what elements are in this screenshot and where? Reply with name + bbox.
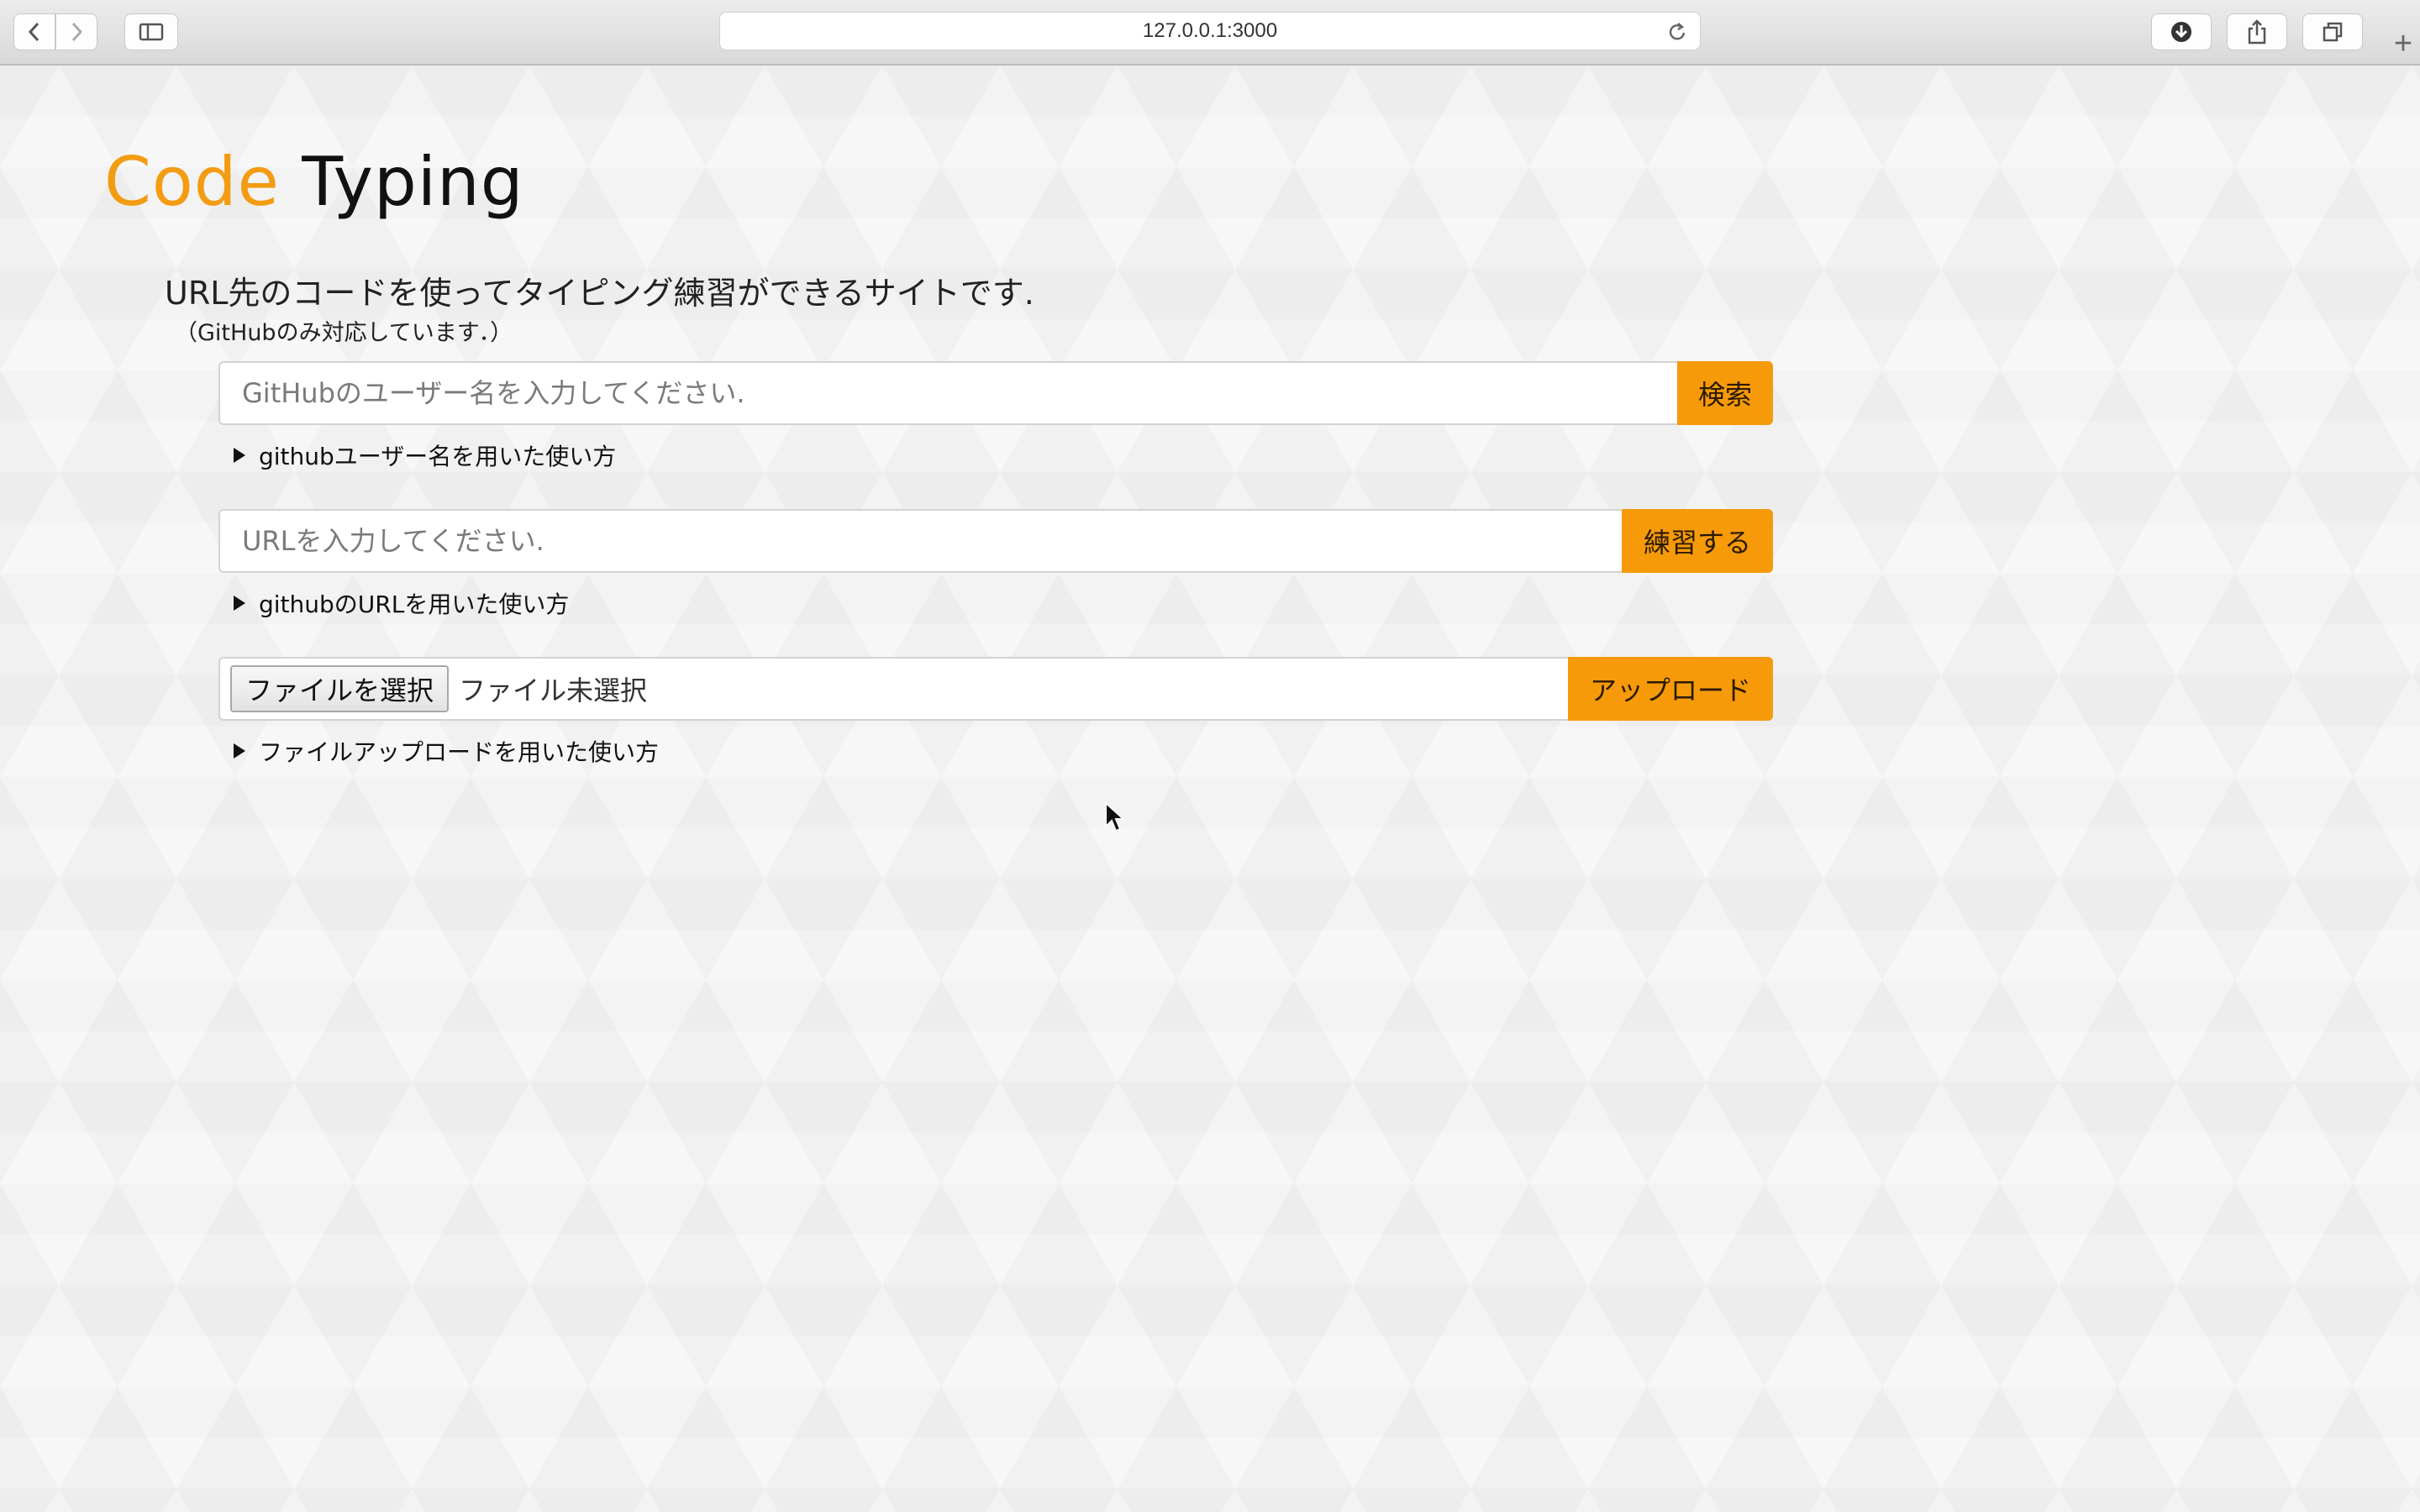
share-icon (2248, 19, 2266, 45)
tabs-button[interactable] (2302, 13, 2363, 50)
upload-form: ファイルを選択 ファイル未選択 アップロード (218, 657, 1773, 721)
share-button[interactable] (2227, 13, 2287, 50)
url-field (218, 509, 1622, 573)
download-icon (2171, 22, 2191, 42)
forward-button[interactable] (55, 13, 97, 50)
logo-word-typing: Typing (302, 143, 524, 221)
back-button[interactable] (13, 13, 55, 50)
address-bar[interactable]: 127.0.0.1:3000 (719, 12, 1701, 50)
url-text: 127.0.0.1:3000 (1142, 19, 1278, 42)
site-description: URL先のコードを使ってタイピング練習ができるサイトです. (165, 275, 1034, 312)
github-user-input[interactable] (240, 376, 1677, 410)
chevron-left-icon (28, 22, 39, 42)
logo-word-code: Code (104, 143, 280, 221)
howto-github-user[interactable]: githubユーザー名を用いた使い方 (234, 438, 616, 472)
disclosure-triangle-icon (234, 596, 245, 611)
reload-icon[interactable] (1666, 20, 1688, 44)
howto-github-url[interactable]: githubのURLを用いた使い方 (234, 586, 569, 620)
url-form: 練習する (218, 509, 1773, 573)
url-input[interactable] (240, 524, 1622, 558)
site-logo[interactable]: Code Typing (104, 143, 524, 221)
page-body: Code Typing URL先のコードを使ってタイピング練習ができるサイトです… (0, 66, 2420, 1512)
github-user-form: 検索 (218, 361, 1773, 425)
mouse-cursor-icon (1105, 801, 1126, 832)
howto-file-upload-label: ファイルアップロードを用いた使い方 (259, 738, 660, 766)
chevron-right-icon (71, 22, 83, 42)
downloads-button[interactable] (2151, 13, 2212, 50)
upload-button[interactable]: アップロード (1568, 657, 1773, 721)
github-user-field (218, 361, 1677, 425)
choose-file-button[interactable]: ファイルを選択 (230, 665, 450, 712)
practice-button[interactable]: 練習する (1622, 509, 1773, 573)
file-field: ファイルを選択 ファイル未選択 (218, 657, 1568, 721)
sidebar-icon (139, 23, 164, 41)
file-status: ファイル未選択 (459, 675, 648, 706)
browser-toolbar: 127.0.0.1:3000 + (0, 0, 2420, 66)
howto-github-url-label: githubのURLを用いた使い方 (259, 591, 570, 618)
tabs-icon (2323, 22, 2343, 42)
howto-file-upload[interactable]: ファイルアップロードを用いた使い方 (234, 734, 659, 768)
howto-github-user-label: githubユーザー名を用いた使い方 (259, 443, 617, 470)
search-button[interactable]: 検索 (1677, 361, 1773, 425)
new-tab-button[interactable]: + (2386, 24, 2420, 64)
support-note: （GitHubのみ対応しています．） (175, 320, 513, 346)
sidebar-button[interactable] (124, 13, 178, 50)
disclosure-triangle-icon (234, 743, 245, 759)
disclosure-triangle-icon (234, 448, 245, 463)
